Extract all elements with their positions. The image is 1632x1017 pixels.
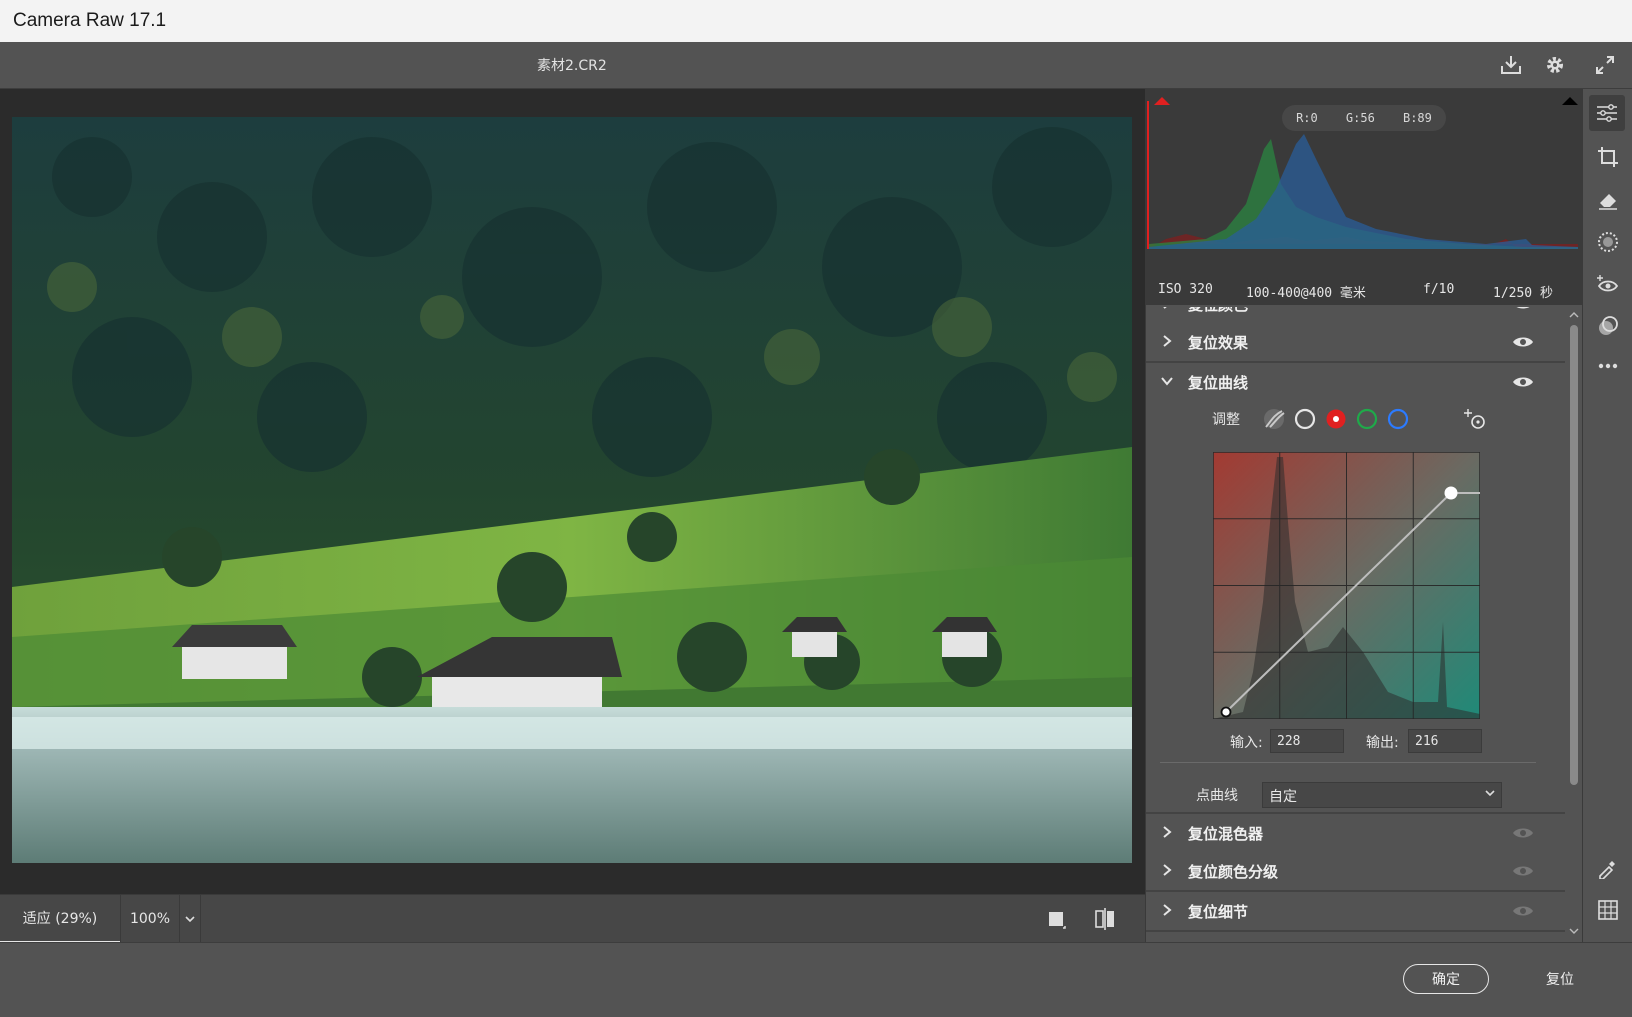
section-detail-label: 复位细节	[1188, 903, 1249, 921]
blue-value: B:89	[1402, 111, 1432, 125]
window-title: Camera Raw 17.1	[13, 10, 167, 31]
single-view-icon[interactable]	[1042, 905, 1072, 933]
window-titlebar: Camera Raw 17.1	[0, 0, 1632, 43]
eye-icon	[1516, 307, 1530, 309]
panel-scrollbar[interactable]	[1565, 307, 1583, 942]
scrollbar-thumb[interactable]	[1570, 325, 1578, 785]
edit-panel: R:0 G:56 B:89 ISO 320 100-400@400 毫米 f/1…	[1145, 89, 1583, 942]
chevron-right-icon	[1163, 307, 1167, 309]
before-after-icon[interactable]	[1090, 905, 1120, 933]
eye-icon	[1513, 828, 1533, 838]
input-label: 输入:	[1230, 735, 1263, 751]
ok-button[interactable]: 确定	[1403, 964, 1489, 994]
more-icon[interactable]	[1593, 351, 1623, 381]
curve-panel: 调整 输入: 228 输出: 216 点曲线 自定	[1146, 401, 1566, 838]
section-mixer[interactable]: 复位混色器	[1146, 812, 1566, 854]
exif-iso: ISO 320	[1158, 282, 1213, 297]
chevron-right-icon	[1163, 335, 1172, 347]
input-value-field[interactable]: 228	[1270, 729, 1344, 753]
save-icon[interactable]	[1496, 50, 1526, 80]
reset-button[interactable]: 复位	[1538, 964, 1582, 994]
chevron-down-icon	[185, 916, 195, 923]
section-curve[interactable]: 复位曲线	[1146, 363, 1566, 401]
tool-strip	[1582, 89, 1632, 942]
eye-icon	[1513, 377, 1533, 387]
redeye-icon[interactable]	[1593, 269, 1623, 299]
file-name: 素材2.CR2	[537, 58, 607, 74]
green-value: G:56	[1345, 111, 1375, 125]
chevron-right-icon	[1163, 904, 1172, 916]
scroll-down-icon	[1569, 928, 1579, 934]
grid-icon[interactable]	[1593, 895, 1623, 925]
eraser-icon[interactable]	[1593, 185, 1623, 215]
divider	[1160, 762, 1536, 763]
section-detail[interactable]: 复位细节	[1146, 892, 1566, 932]
output-value-field[interactable]: 216	[1408, 729, 1482, 753]
mask-icon[interactable]	[1593, 227, 1623, 257]
point-curve-select[interactable]: 自定	[1262, 782, 1502, 808]
red-value: R:0	[1296, 111, 1318, 125]
target-adjust-icon[interactable]	[1463, 407, 1487, 431]
section-effects[interactable]: 复位效果	[1146, 323, 1566, 363]
top-toolbar: 素材2.CR2	[0, 42, 1632, 89]
eye-icon	[1513, 866, 1533, 876]
section-mixer-label: 复位混色器	[1188, 825, 1264, 843]
tone-curve-graph[interactable]	[1213, 452, 1480, 719]
crop-icon[interactable]	[1593, 142, 1623, 172]
rgb-readout: R:0 G:56 B:89	[1282, 105, 1446, 131]
histogram: R:0 G:56 B:89	[1146, 89, 1583, 275]
output-label: 输出:	[1366, 735, 1399, 751]
highlight-clipping-icon	[1562, 97, 1578, 105]
view-bar: 适应 (29%) 100%	[0, 894, 1145, 943]
eye-icon	[1513, 906, 1533, 916]
exif-info: ISO 320 100-400@400 毫米 f/10 1/250 秒	[1146, 275, 1583, 305]
chevron-down-icon	[1161, 377, 1173, 386]
exif-shutter: 1/250 秒	[1493, 286, 1553, 301]
edit-sliders-icon[interactable]	[1589, 95, 1625, 131]
presets-icon[interactable]	[1593, 311, 1623, 341]
curve-point-shadow	[1220, 706, 1232, 718]
gear-icon[interactable]	[1540, 50, 1570, 80]
zoom-100-button[interactable]: 100%	[121, 895, 180, 943]
scroll-up-icon	[1569, 312, 1579, 318]
section-color-label: 复位颜色	[1188, 307, 1248, 315]
dialog-footer: 确定 复位	[0, 942, 1632, 1017]
chevron-right-icon	[1163, 864, 1172, 876]
red-curve-icon[interactable]	[1324, 407, 1348, 431]
parametric-curve-icon[interactable]	[1262, 407, 1286, 431]
rgb-curve-icon[interactable]	[1293, 407, 1317, 431]
shadow-clipping-icon	[1154, 97, 1170, 105]
photo-preview	[12, 117, 1132, 863]
zoom-dropdown[interactable]	[180, 895, 201, 943]
section-curve-label: 复位曲线	[1188, 374, 1249, 392]
section-color-grading-label: 复位颜色分级	[1188, 863, 1279, 881]
image-canvas[interactable]	[0, 89, 1145, 894]
blue-curve-icon[interactable]	[1386, 407, 1410, 431]
chevron-right-icon	[1163, 826, 1172, 838]
chevron-down-icon	[1485, 790, 1495, 797]
section-effects-label: 复位效果	[1188, 334, 1249, 352]
eye-icon	[1513, 337, 1533, 347]
exif-lens: 100-400@400 毫米	[1246, 286, 1366, 301]
zoom-fit-button[interactable]: 适应 (29%)	[0, 895, 120, 943]
eyedropper-icon[interactable]	[1593, 853, 1623, 883]
exif-aperture: f/10	[1423, 282, 1455, 297]
panel-sections: 复位颜色 复位效果 复位曲线 调整	[1146, 307, 1566, 942]
section-color-grading[interactable]: 复位颜色分级	[1146, 852, 1566, 892]
curve-point-highlight	[1444, 486, 1458, 500]
fullscreen-icon[interactable]	[1590, 50, 1620, 80]
point-curve-value: 自定	[1269, 789, 1297, 805]
adjust-label: 调整	[1212, 412, 1240, 428]
green-curve-icon[interactable]	[1355, 407, 1379, 431]
point-curve-label: 点曲线	[1196, 788, 1238, 804]
